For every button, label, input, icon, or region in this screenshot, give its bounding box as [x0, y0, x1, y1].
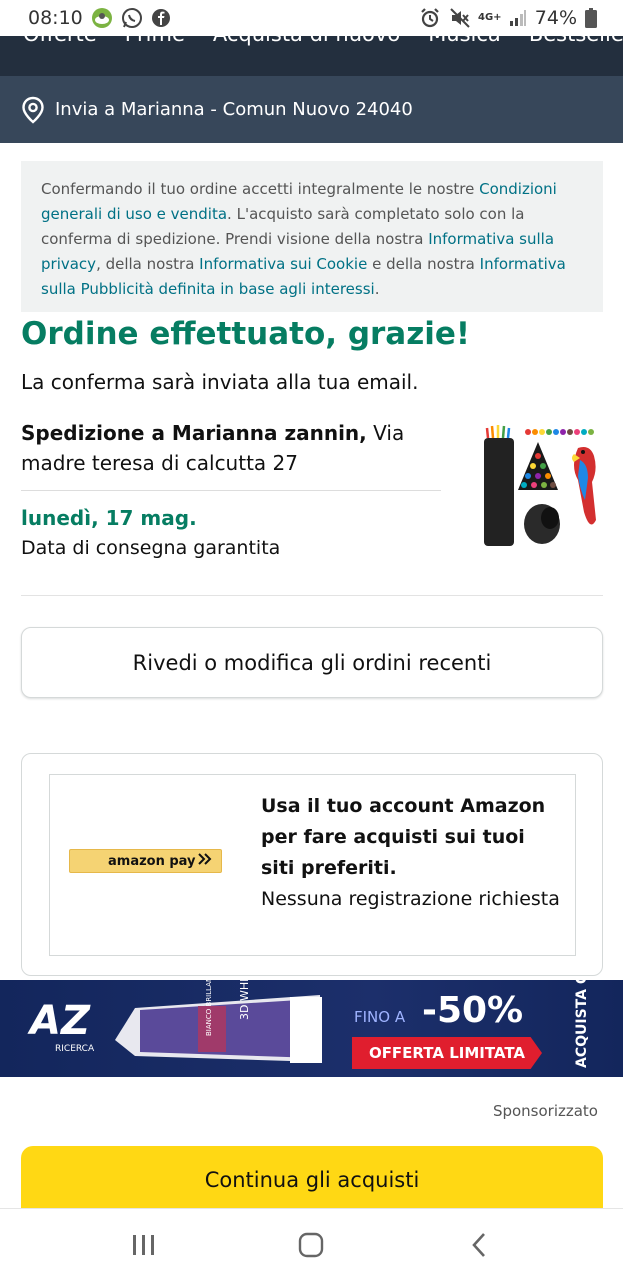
back-icon — [472, 1232, 486, 1257]
signal-icon — [509, 9, 527, 27]
android-nav-bar — [0, 1208, 623, 1280]
tab-musica[interactable]: Musica — [428, 36, 501, 46]
legal-text-4: e della nostra — [367, 255, 480, 273]
deliver-to-label: Invia a Marianna - Comun Nuovo 24040 — [55, 99, 413, 120]
ad-brand-sub: RICERCA — [55, 1044, 95, 1054]
amazon-pay-text: Usa il tuo account Amazon per fare acqui… — [261, 791, 561, 915]
home-button[interactable] — [281, 1215, 341, 1275]
clock: 08:10 — [28, 7, 83, 29]
app-notification-icon — [91, 7, 113, 29]
ad-cta-label[interactable]: ACQUISTA ORA > — [574, 980, 590, 1068]
location-pin-icon — [20, 96, 46, 124]
delivery-date: lunedì, 17 mag. — [21, 506, 197, 530]
amazon-pay-promo[interactable]: amazon pay Usa il tuo account Amazon per… — [49, 774, 576, 956]
order-confirmed-title: Ordine effettuato, grazie! — [21, 316, 471, 352]
delivery-guarantee-note: Data di consegna garantita — [21, 537, 281, 559]
confirmation-email-note: La conferma sarà inviata alla tua email. — [21, 370, 419, 394]
amazon-pay-logo: amazon pay — [69, 849, 222, 873]
mute-icon — [449, 7, 471, 29]
nav-tabs-bar: Offerte Prime Acquista di nuovo Musica B… — [0, 36, 623, 76]
facebook-icon — [151, 8, 171, 28]
cookie-link[interactable]: Informativa sui Cookie — [199, 255, 367, 273]
amazon-pay-card: amazon pay Usa il tuo account Amazon per… — [21, 753, 603, 976]
ad-product-variant: BIANCO BRILLANTE — [205, 980, 213, 1036]
amazon-pay-subtext: Nessuna registrazione richiesta — [261, 888, 560, 910]
home-icon — [299, 1232, 324, 1257]
double-chevron-icon — [197, 853, 213, 869]
battery-icon — [585, 8, 597, 28]
tab-prime[interactable]: Prime — [125, 36, 185, 46]
shipping-address: Spedizione a Marianna zannin, Via madre … — [21, 418, 441, 478]
status-left: 08:10 — [28, 7, 171, 29]
ad-up-to: FINO A — [354, 1008, 406, 1026]
legal-disclaimer: Confermando il tuo ordine accetti integr… — [21, 161, 603, 312]
ad-product-text: 3D WHITE — [238, 980, 251, 1020]
legal-text-3: , della nostra — [96, 255, 200, 273]
sponsored-label: Sponsorizzato — [492, 1102, 598, 1120]
status-bar: 08:10 4G+ 74% — [0, 0, 623, 36]
shipping-recipient: Spedizione a Marianna zannin, — [21, 421, 367, 445]
amazon-pay-headline: Usa il tuo account Amazon per fare acqui… — [261, 795, 546, 879]
whatsapp-icon — [121, 7, 143, 29]
deliver-to-bar[interactable]: Invia a Marianna - Comun Nuovo 24040 — [0, 76, 623, 143]
recent-apps-icon — [132, 1234, 154, 1255]
legal-text-1: Confermando il tuo ordine accetti integr… — [41, 180, 480, 198]
ad-offer-label: OFFERTA LIMITATA — [352, 1037, 542, 1069]
amazon-pay-logo-text: amazon pay — [108, 853, 196, 869]
recent-apps-button[interactable] — [114, 1215, 174, 1275]
alarm-icon — [419, 7, 441, 29]
tab-offerte[interactable]: Offerte — [23, 36, 97, 46]
network-type-label: 4G+ — [478, 12, 502, 23]
review-orders-button[interactable]: Rivedi o modifica gli ordini recenti — [21, 627, 603, 698]
section-divider — [21, 595, 603, 596]
divider — [21, 490, 441, 491]
ad-discount: -50% — [422, 990, 524, 1031]
tab-bestseller[interactable]: Bestseller — [529, 36, 623, 46]
product-image[interactable] — [470, 420, 605, 555]
tab-acquista-di-nuovo[interactable]: Acquista di nuovo — [213, 36, 400, 46]
back-button[interactable] — [449, 1215, 509, 1275]
status-right: 4G+ 74% — [419, 7, 597, 29]
sponsored-ad-banner[interactable]: AZ RICERCA 3D WHITE BIANCO BRILLANTE FIN… — [0, 980, 623, 1077]
battery-percentage: 74% — [534, 7, 577, 29]
ad-brand-logo: AZ — [30, 998, 90, 1044]
legal-text-5: . — [374, 280, 380, 298]
